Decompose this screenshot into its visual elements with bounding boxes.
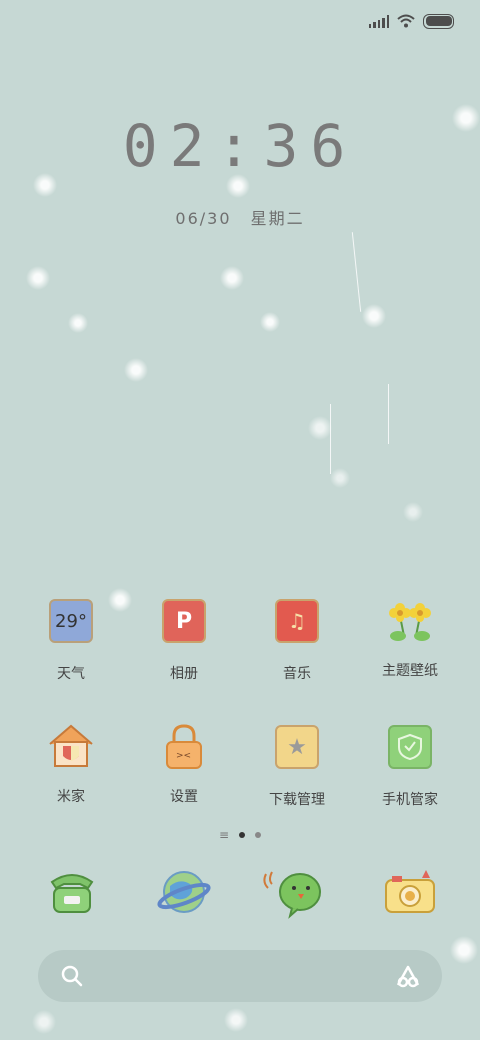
app-label: 相册 [170,666,198,682]
lockscreen-date: 06/30 星期二 [0,205,480,229]
app-downloads[interactable]: ★ 下载管理 [242,722,352,809]
page-dot [255,832,262,838]
album-icon-letter: P [175,608,193,634]
house-icon [46,722,96,772]
menu-lines-icon: ≡ [218,828,230,842]
lockscreen-clock: 02:36 [122,112,358,180]
app-music[interactable]: ♫ 音乐 [242,596,352,683]
weather-icon: 29° [46,599,96,649]
app-theme[interactable]: 主题壁纸 [355,596,465,680]
app-label: 米家 [57,789,85,805]
music-icon: ♫ [272,599,322,649]
star-folder-icon: ★ [272,725,322,775]
app-album[interactable]: P 相册 [129,596,239,683]
app-settings[interactable]: >< 设置 [129,722,239,806]
battery-icon [423,13,454,29]
weekday-text: 星期二 [250,209,305,228]
phone-icon[interactable] [44,864,100,920]
camera-icon[interactable] [382,866,438,922]
message-bird-icon[interactable] [262,864,321,920]
app-label: 下载管理 [269,792,325,808]
flowers-theme-icon [385,596,435,646]
search-icon[interactable] [60,964,84,988]
search-bar[interactable] [38,950,442,1002]
app-label: 手机管家 [382,792,438,808]
wallpaper-scratch [388,384,389,444]
page-indicator[interactable]: ≡ [0,829,480,841]
assistant-icon[interactable] [394,963,422,989]
signal-bars-icon [368,14,389,28]
app-label: 主题壁纸 [382,663,438,679]
svg-text:><: >< [176,751,191,761]
app-mijia[interactable]: 米家 [16,722,126,806]
app-label: 音乐 [283,666,311,682]
page-dot-active [239,832,246,838]
app-label: 设置 [170,789,198,805]
shield-icon [385,725,435,775]
browser-planet-icon[interactable] [156,864,212,920]
status-bar [368,12,454,30]
wallpaper-scratch [330,404,331,474]
app-security[interactable]: 手机管家 [355,722,465,809]
weather-temperature: 29° [55,610,87,632]
date-text: 06/30 [175,209,232,228]
lock-settings-icon: >< [159,722,209,772]
app-weather[interactable]: 29° 天气 [16,596,126,683]
photo-album-icon: P [159,599,209,649]
app-label: 天气 [57,666,85,682]
wifi-icon [397,14,415,28]
